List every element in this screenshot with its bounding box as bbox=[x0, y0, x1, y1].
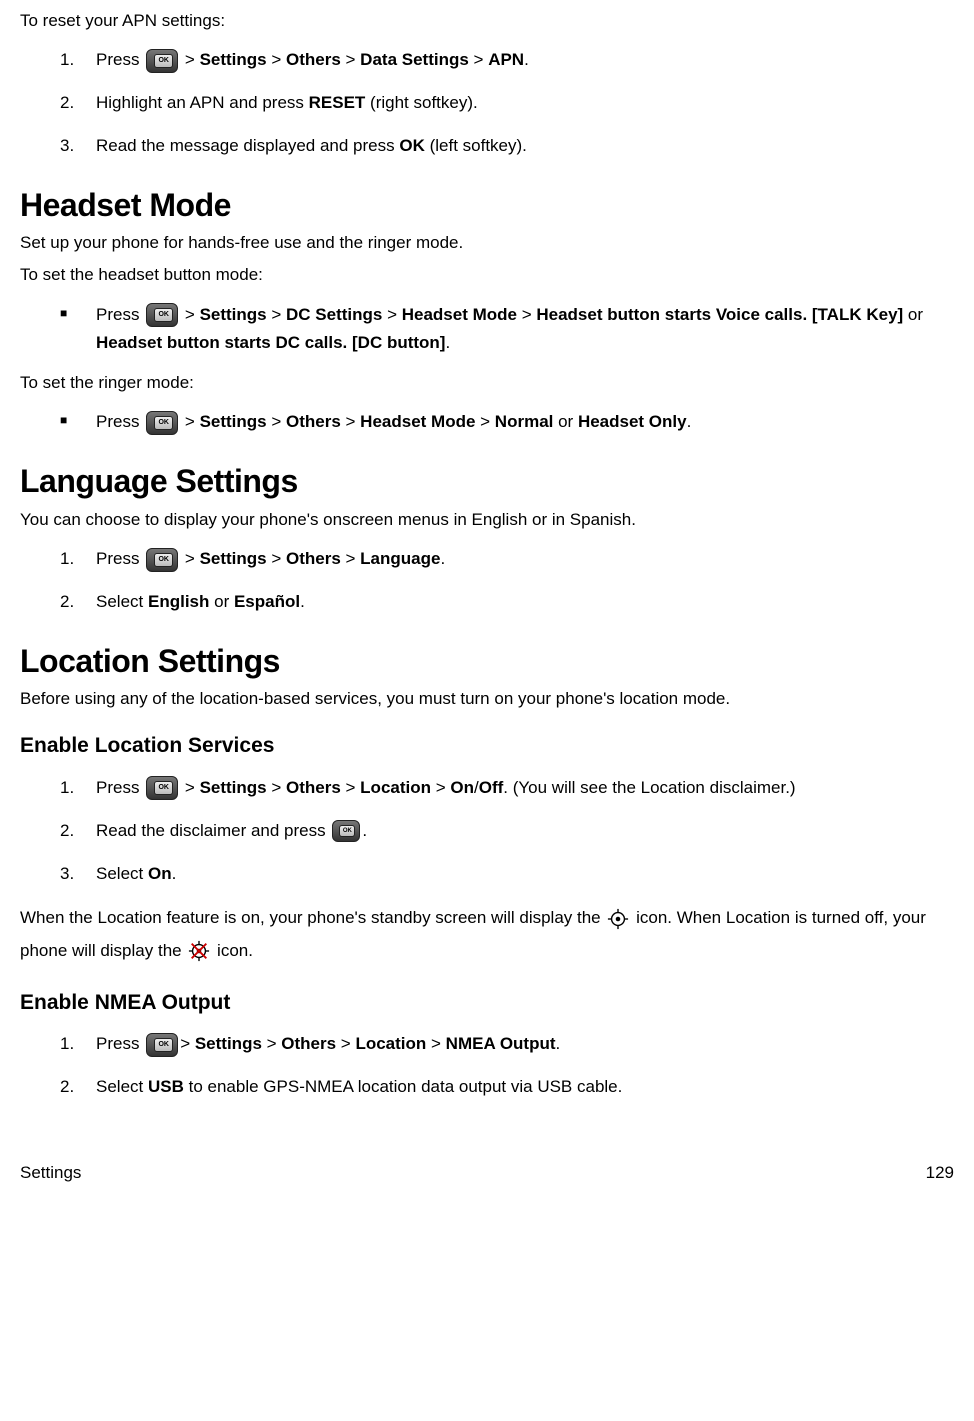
list-number: 2. bbox=[60, 89, 86, 118]
list-number: 2. bbox=[60, 588, 86, 617]
location-on-icon bbox=[607, 908, 629, 930]
ok-key-icon: OK bbox=[146, 49, 178, 73]
headset-mode-title: Headset Mode bbox=[20, 185, 954, 227]
list-item: 1.Press OK> Settings > Others > Location… bbox=[60, 1030, 954, 1059]
ok-key-icon: OK bbox=[146, 303, 178, 327]
headset-sub-intro-1: To set the headset button mode: bbox=[20, 264, 954, 286]
list-item: 3.Select On. bbox=[60, 860, 954, 889]
headset-bullet-list-1: ■Press OK > Settings > DC Settings > Hea… bbox=[20, 301, 954, 359]
list-item: 1.Press OK > Settings > Others > Languag… bbox=[60, 545, 954, 574]
list-number: 1. bbox=[60, 545, 86, 574]
list-number: 1. bbox=[60, 46, 86, 75]
list-item: 2.Highlight an APN and press RESET (righ… bbox=[60, 89, 954, 118]
list-item: 3.Read the message displayed and press O… bbox=[60, 132, 954, 161]
headset-sub-intro-2: To set the ringer mode: bbox=[20, 372, 954, 394]
footer-page-number: 129 bbox=[926, 1162, 954, 1184]
list-item: 1.Press OK > Settings > Others > Locatio… bbox=[60, 774, 954, 803]
list-item: 2.Read the disclaimer and press OK. bbox=[60, 817, 954, 846]
ok-key-icon: OK bbox=[146, 776, 178, 800]
location-off-icon bbox=[188, 940, 210, 962]
location-title: Location Settings bbox=[20, 641, 954, 683]
list-number: 2. bbox=[60, 817, 86, 846]
list-number: 3. bbox=[60, 132, 86, 161]
list-item: ■Press OK > Settings > DC Settings > Hea… bbox=[60, 301, 954, 359]
footer-section-name: Settings bbox=[20, 1162, 81, 1184]
enable-nmea-title: Enable NMEA Output bbox=[20, 989, 954, 1016]
square-bullet-icon: ■ bbox=[60, 303, 67, 323]
enable-nmea-steps: 1.Press OK> Settings > Others > Location… bbox=[20, 1030, 954, 1102]
location-intro: Before using any of the location-based s… bbox=[20, 688, 954, 710]
language-steps: 1.Press OK > Settings > Others > Languag… bbox=[20, 545, 954, 617]
square-bullet-icon: ■ bbox=[60, 410, 67, 430]
list-item: ■Press OK > Settings > Others > Headset … bbox=[60, 408, 954, 437]
ok-key-icon: OK bbox=[146, 411, 178, 435]
list-item: 2.Select USB to enable GPS-NMEA location… bbox=[60, 1073, 954, 1102]
headset-bullet-list-2: ■Press OK > Settings > Others > Headset … bbox=[20, 408, 954, 437]
list-item: 2.Select English or Español. bbox=[60, 588, 954, 617]
page-footer: Settings 129 bbox=[20, 1162, 954, 1184]
list-number: 2. bbox=[60, 1073, 86, 1102]
ok-key-icon: OK bbox=[146, 1033, 178, 1057]
enable-location-title: Enable Location Services bbox=[20, 732, 954, 759]
list-item: 1.Press OK > Settings > Others > Data Se… bbox=[60, 46, 954, 75]
headset-mode-intro: Set up your phone for hands-free use and… bbox=[20, 232, 954, 254]
reset-apn-intro: To reset your APN settings: bbox=[20, 10, 954, 32]
language-title: Language Settings bbox=[20, 461, 954, 503]
list-number: 3. bbox=[60, 860, 86, 889]
list-number: 1. bbox=[60, 1030, 86, 1059]
reset-apn-steps: 1.Press OK > Settings > Others > Data Se… bbox=[20, 46, 954, 161]
language-intro: You can choose to display your phone's o… bbox=[20, 509, 954, 531]
ok-key-icon: OK bbox=[332, 820, 360, 842]
ok-key-icon: OK bbox=[146, 548, 178, 572]
location-icon-para: When the Location feature is on, your ph… bbox=[20, 902, 954, 967]
enable-location-steps: 1.Press OK > Settings > Others > Locatio… bbox=[20, 774, 954, 889]
list-number: 1. bbox=[60, 774, 86, 803]
